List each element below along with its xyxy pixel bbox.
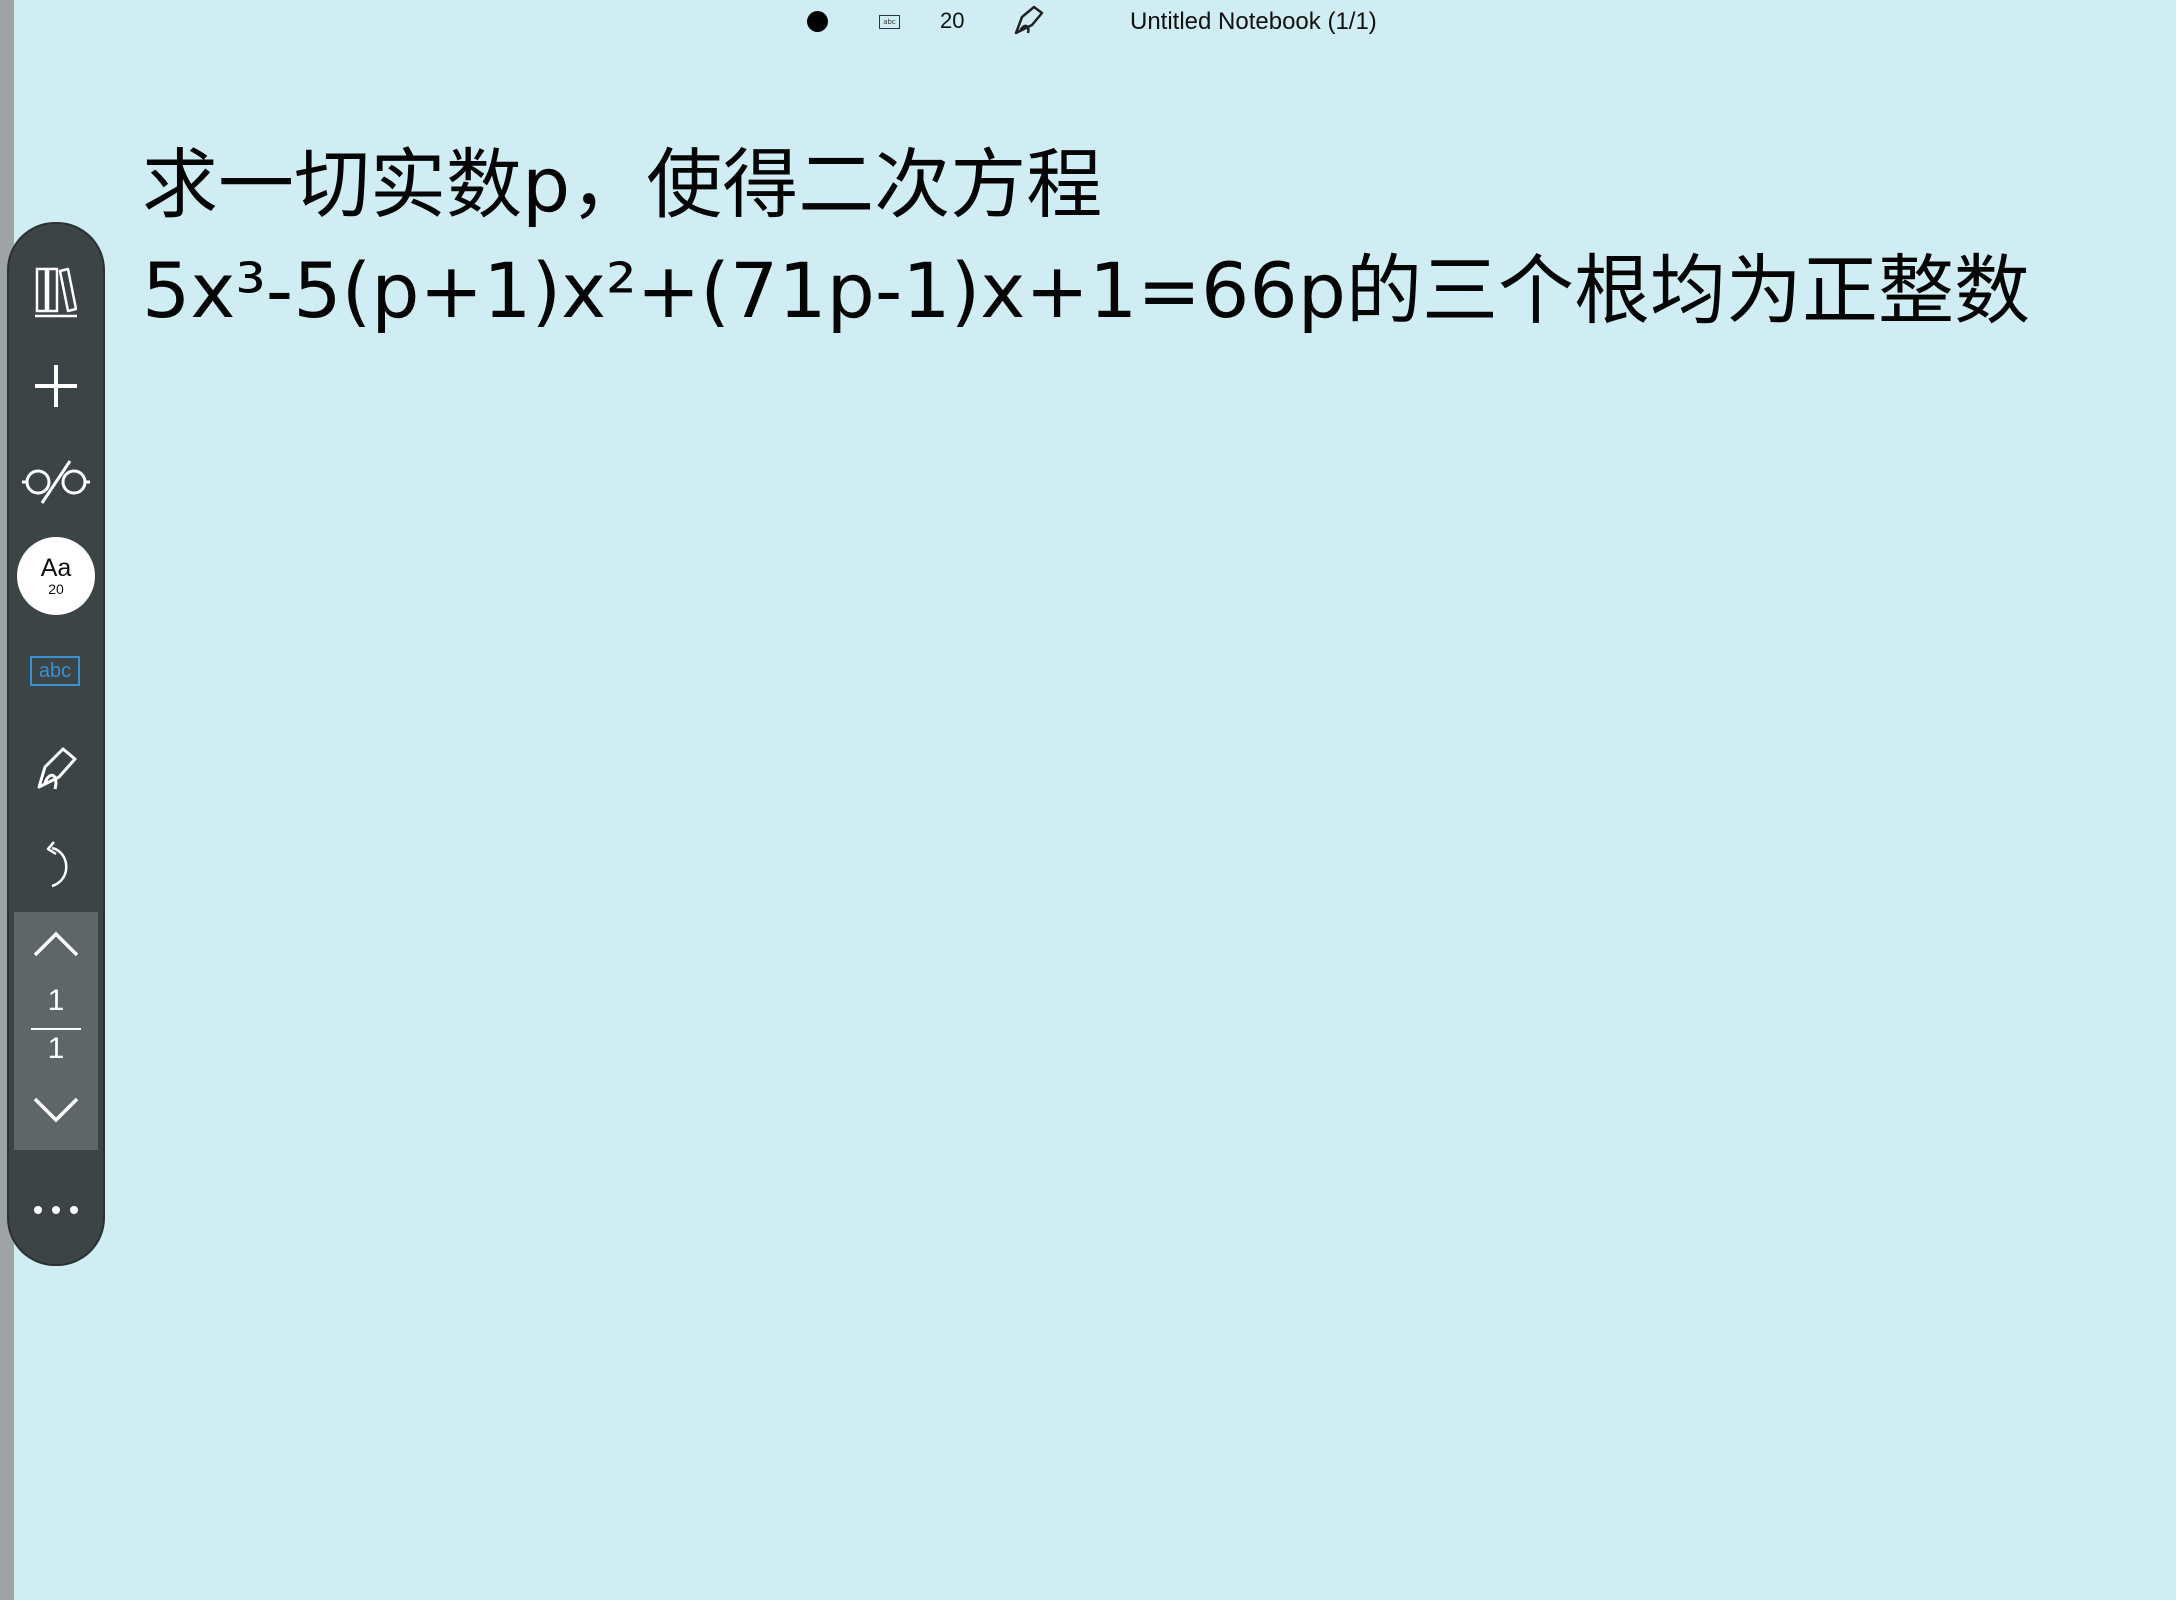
total-pages: 1 (47, 1032, 65, 1065)
more-icon (34, 1206, 78, 1214)
font-label: Aa (40, 554, 72, 582)
left-toolbar: Aa 20 abc 1 1 (9, 224, 103, 1264)
font-size-status[interactable]: 20 (940, 8, 964, 34)
note-line-2: 5x³-5(p+1)x²+(71p-1)x+1=66p的三个根均为正整数 (142, 246, 2030, 335)
note-line-1: 求一切实数p，使得二次方程 (142, 140, 1103, 229)
plus-icon (35, 365, 77, 407)
pen-status-icon[interactable] (1010, 3, 1046, 39)
undo-button[interactable] (9, 836, 103, 896)
page-down-button[interactable] (14, 1090, 98, 1130)
font-settings-button[interactable]: Aa 20 (17, 537, 95, 615)
notebook-title: Untitled Notebook (1/1) (1130, 8, 1377, 35)
chevron-down-icon (33, 1097, 79, 1123)
library-icon (35, 267, 78, 318)
current-page: 1 (47, 984, 65, 1017)
status-bar: abc 20 Untitled Notebook (1/1) (0, 0, 2176, 44)
text-mode-button[interactable]: abc (30, 656, 80, 686)
view-mode-button[interactable] (9, 452, 103, 512)
pen-tool-button[interactable] (9, 739, 103, 799)
font-size-label: 20 (48, 581, 64, 597)
text-mode-status-icon[interactable]: abc (879, 15, 900, 29)
note-text[interactable]: 求一切实数p，使得二次方程 5x³-5(p+1)x²+(71p-1)x+1=66… (142, 132, 2030, 344)
page-up-button[interactable] (14, 924, 98, 964)
add-page-button[interactable] (9, 356, 103, 416)
more-button[interactable] (9, 1190, 103, 1230)
page-navigator: 1 1 (14, 912, 98, 1150)
pen-icon (37, 747, 77, 790)
page-divider (31, 1028, 81, 1030)
pen-color-dot-icon[interactable] (807, 11, 828, 32)
library-button[interactable] (9, 262, 103, 322)
undo-icon (46, 841, 68, 888)
chevron-up-icon (33, 931, 79, 957)
glasses-icon (22, 460, 90, 504)
